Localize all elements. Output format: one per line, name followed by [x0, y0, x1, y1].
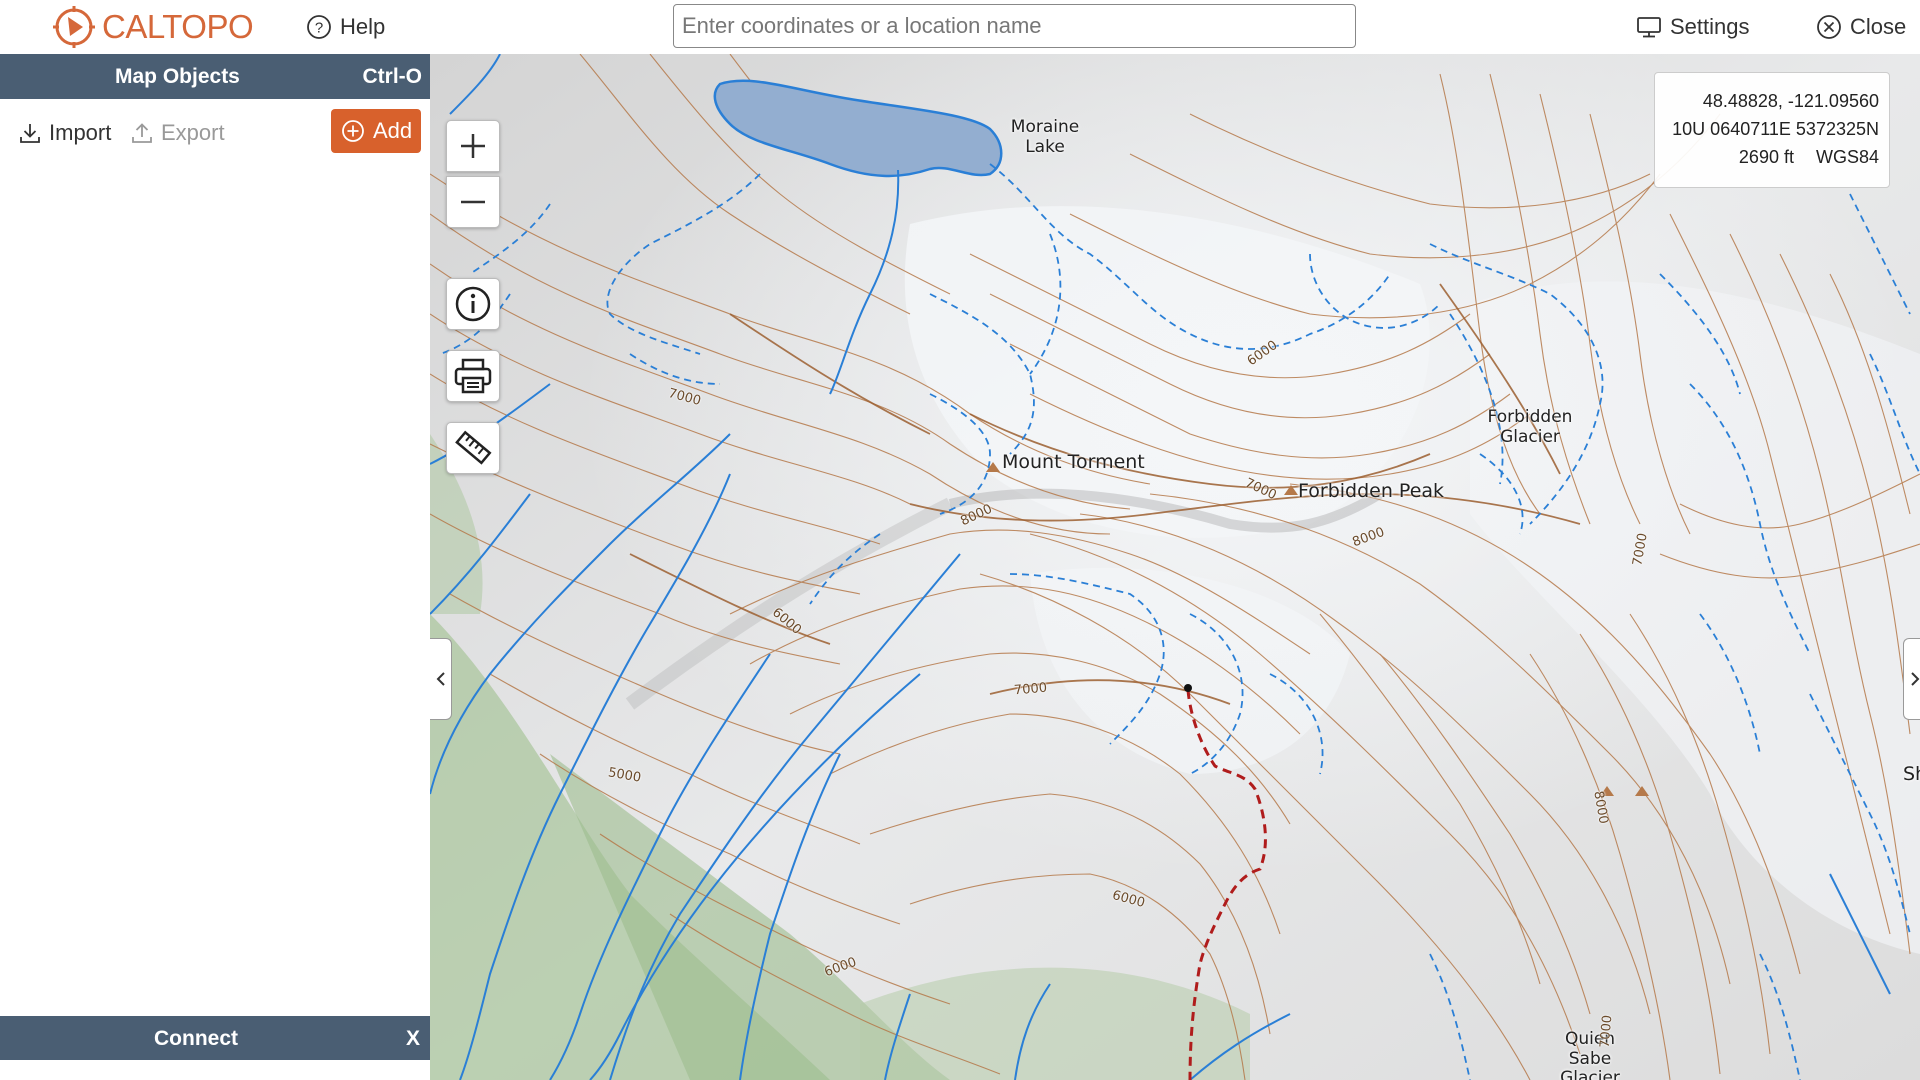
upload-icon — [132, 123, 152, 143]
left-panel: Map Objects Ctrl-O Import Export Add Con — [0, 54, 430, 1080]
export-label: Export — [161, 120, 225, 145]
contour-label: 7000 — [1597, 1014, 1616, 1049]
contour-label: 7000 — [1013, 680, 1048, 699]
plus-circle-icon — [342, 120, 364, 142]
connect-title: Connect — [154, 1027, 238, 1050]
measure-button[interactable] — [446, 422, 500, 474]
chevron-right-icon — [1910, 672, 1919, 686]
info-button[interactable] — [446, 278, 500, 330]
connect-bar[interactable]: Connect X — [0, 1016, 430, 1060]
print-button[interactable] — [446, 350, 500, 402]
search-input[interactable] — [673, 4, 1356, 48]
ruler-icon — [455, 430, 492, 465]
add-label: Add — [373, 118, 413, 143]
label-quien-sabe-line2: Sabe — [1568, 1048, 1612, 1069]
monitor-icon — [1637, 17, 1661, 38]
topo-map[interactable]: Moraine Lake Forbidden Glacier Mount Tor… — [430, 54, 1920, 1080]
import-label: Import — [49, 120, 112, 145]
label-quien-sabe-line1: Quien — [1564, 1029, 1616, 1049]
expand-right-panel-button[interactable] — [1903, 638, 1920, 720]
settings-button[interactable]: Settings — [1636, 10, 1750, 44]
coord-datum: WGS84 — [1815, 147, 1879, 167]
label-forbidden-glacier-line2: Glacier — [1500, 426, 1560, 447]
help-button[interactable]: ? Help — [306, 10, 385, 44]
settings-label: Settings — [1670, 14, 1750, 39]
map-objects-title: Map Objects — [115, 65, 240, 88]
label-moraine-lake: Moraine Lake — [990, 117, 1100, 157]
label-forbidden-peak-text: Forbidden Peak — [1298, 480, 1445, 502]
label-forbidden-peak: Forbidden Peak — [1298, 480, 1445, 503]
help-label: Help — [340, 14, 386, 39]
caltopo-logo[interactable]: CALTOPO — [52, 4, 254, 50]
export-button[interactable]: Export — [130, 116, 225, 150]
label-mount-torment-text: Mount Torment — [1002, 451, 1145, 473]
label-quien-sabe-glacier: Quien Sabe Glacier — [1540, 1029, 1640, 1080]
coord-utm: 10U 0640711E 5372325N — [1672, 119, 1879, 139]
label-sharkfin-text: Sha — [1903, 763, 1920, 785]
label-forbidden-glacier-line1: Forbidden — [1487, 407, 1573, 427]
label-moraine-lake-line1: Moraine — [1010, 117, 1080, 137]
connect-close-button[interactable]: X — [406, 1027, 420, 1051]
svg-text:?: ? — [315, 20, 323, 37]
zoom-out-button[interactable] — [446, 176, 500, 228]
label-forbidden-glacier: Forbidden Glacier — [1470, 407, 1590, 447]
map-objects-shortcut: Ctrl-O — [362, 65, 423, 88]
info-icon — [455, 286, 491, 322]
coordinate-readout: 48.48828, -121.09560 10U 0640711E 537232… — [1654, 72, 1890, 188]
close-circle-icon — [1817, 15, 1841, 39]
close-label: Close — [1850, 14, 1907, 39]
caltopo-compass-icon — [53, 6, 95, 48]
coord-elevation: 2690 ft — [1738, 147, 1794, 167]
map-objects-header[interactable]: Map Objects Ctrl-O — [0, 54, 430, 99]
label-quien-sabe-line3: Glacier — [1560, 1068, 1620, 1080]
printer-icon — [454, 358, 492, 394]
collapse-left-panel-button[interactable] — [430, 638, 452, 720]
help-icon: ? — [307, 15, 331, 39]
label-sharkfin-partial: Sha — [1903, 763, 1920, 786]
import-button[interactable]: Import — [18, 116, 111, 150]
top-bar: CALTOPO ? Help Settings Close — [0, 0, 1920, 54]
coord-latlon: 48.48828, -121.09560 — [1702, 91, 1879, 111]
minus-icon — [461, 200, 485, 204]
chevron-left-icon — [436, 672, 445, 686]
logo-text: CALTOPO — [102, 8, 254, 45]
coord-elevation-row: 2690 ft WGS84 — [1655, 143, 1879, 171]
add-button[interactable]: Add — [331, 109, 421, 153]
terrain-layer — [430, 54, 1920, 1080]
plus-icon — [461, 134, 485, 158]
zoom-in-button[interactable] — [446, 120, 500, 172]
close-button[interactable]: Close — [1816, 10, 1906, 44]
label-moraine-lake-line2: Lake — [1025, 136, 1065, 157]
download-icon — [20, 124, 40, 143]
label-mount-torment: Mount Torment — [1002, 451, 1145, 474]
